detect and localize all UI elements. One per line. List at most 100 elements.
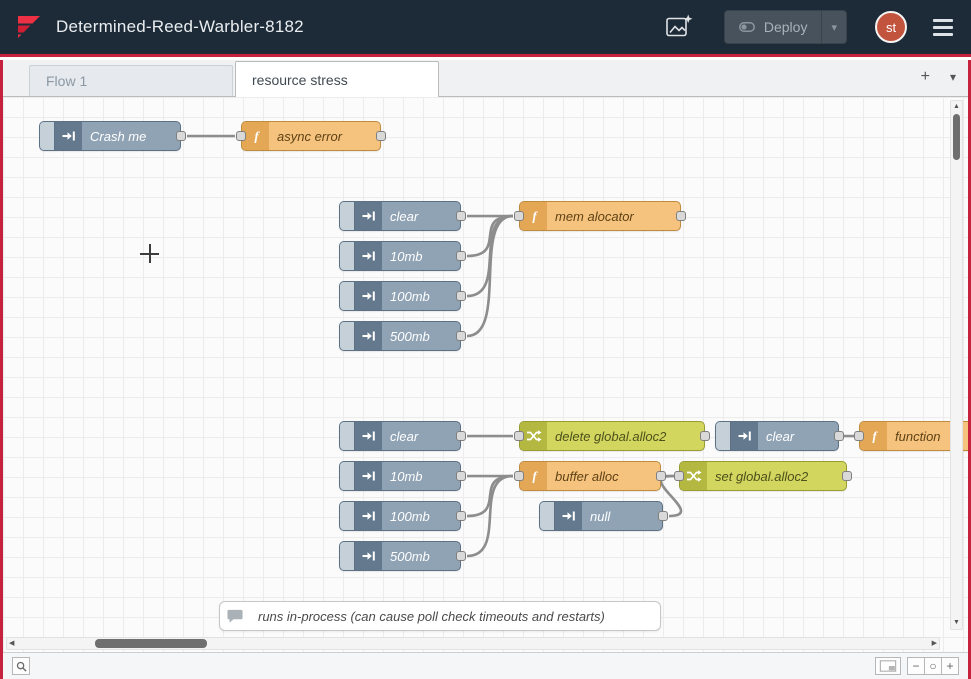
- navigator-icon[interactable]: [875, 657, 901, 675]
- deploy-options-caret[interactable]: ▾: [821, 11, 846, 43]
- node-inject[interactable]: clear: [339, 421, 461, 451]
- node-label: clear: [758, 422, 838, 450]
- menu-button[interactable]: [929, 15, 957, 40]
- change-shuffle-icon: [520, 422, 547, 450]
- user-avatar[interactable]: st: [875, 11, 907, 43]
- scroll-up-icon[interactable]: ▲: [951, 102, 962, 112]
- svg-text:f: f: [872, 429, 878, 444]
- node-inject[interactable]: null: [539, 501, 663, 531]
- input-port[interactable]: [514, 431, 524, 441]
- output-port[interactable]: [456, 511, 466, 521]
- scroll-right-icon[interactable]: ▶: [930, 638, 939, 649]
- tab-resource-stress[interactable]: resource stress: [235, 61, 439, 97]
- horizontal-scrollbar[interactable]: ◀ ▶: [6, 637, 940, 650]
- inject-button[interactable]: [340, 502, 355, 530]
- inject-button[interactable]: [340, 242, 355, 270]
- inject-arrow-icon: [355, 542, 382, 570]
- node-change[interactable]: delete global.alloc2: [519, 421, 705, 451]
- input-port[interactable]: [514, 471, 524, 481]
- zoom-reset-button[interactable]: ○: [924, 657, 942, 675]
- node-label: 10mb: [382, 462, 460, 490]
- output-port[interactable]: [456, 331, 466, 341]
- inject-arrow-icon: [355, 202, 382, 230]
- node-label: mem alocator: [547, 202, 680, 230]
- tab-flow-1[interactable]: Flow 1: [29, 65, 233, 96]
- vertical-scrollbar[interactable]: ▲ ▼: [950, 100, 963, 630]
- output-port[interactable]: [456, 431, 466, 441]
- node-inject[interactable]: clear: [715, 421, 839, 451]
- search-zoom-icon[interactable]: [12, 657, 30, 675]
- node-inject[interactable]: 100mb: [339, 281, 461, 311]
- flow-list-caret-icon[interactable]: ▾: [950, 67, 956, 87]
- output-port[interactable]: [842, 471, 852, 481]
- horizontal-scroll-thumb[interactable]: [95, 639, 207, 648]
- deploy-button[interactable]: Deploy ▾: [724, 10, 847, 44]
- node-inject[interactable]: 10mb: [339, 241, 461, 271]
- input-port[interactable]: [674, 471, 684, 481]
- input-port[interactable]: [854, 431, 864, 441]
- svg-text:f: f: [532, 469, 538, 484]
- svg-text:f: f: [532, 209, 538, 224]
- scroll-left-icon[interactable]: ◀: [7, 638, 16, 649]
- output-port[interactable]: [834, 431, 844, 441]
- zoom-out-button[interactable]: −: [907, 657, 925, 675]
- node-function[interactable]: f mem alocator: [519, 201, 681, 231]
- node-function[interactable]: fbuffer alloc: [519, 461, 661, 491]
- node-inject[interactable]: 500mb: [339, 541, 461, 571]
- tab-label: Flow 1: [46, 73, 87, 89]
- add-flow-button[interactable]: +: [921, 67, 930, 87]
- node-inject[interactable]: 100mb: [339, 501, 461, 531]
- node-label: clear: [382, 202, 460, 230]
- node-inject[interactable]: Crash me: [39, 121, 181, 151]
- node-function[interactable]: fasync error: [241, 121, 381, 151]
- node-label: clear: [382, 422, 460, 450]
- node-label: 100mb: [382, 282, 460, 310]
- node-label: 500mb: [382, 542, 460, 570]
- inject-button[interactable]: [340, 322, 355, 350]
- inject-button[interactable]: [40, 122, 55, 150]
- inject-arrow-icon: [355, 422, 382, 450]
- input-port[interactable]: [236, 131, 246, 141]
- flowfuse-logo: [14, 12, 44, 42]
- inject-button[interactable]: [340, 422, 355, 450]
- inject-button[interactable]: [340, 202, 355, 230]
- inject-arrow-icon: [355, 462, 382, 490]
- output-port[interactable]: [658, 511, 668, 521]
- inject-arrow-icon: [355, 502, 382, 530]
- output-port[interactable]: [456, 251, 466, 261]
- deploy-toggle-icon: [739, 19, 755, 35]
- output-port[interactable]: [700, 431, 710, 441]
- output-port[interactable]: [376, 131, 386, 141]
- node-change[interactable]: set global.alloc2: [679, 461, 847, 491]
- output-port[interactable]: [456, 471, 466, 481]
- vertical-scroll-thumb[interactable]: [953, 114, 960, 160]
- comment-bubble-icon: [220, 602, 250, 630]
- flow-canvas[interactable]: Crash me fasync error clear 10mb 100mb 500mb f…: [3, 97, 968, 652]
- output-port[interactable]: [456, 291, 466, 301]
- inject-button[interactable]: [340, 282, 355, 310]
- node-inject[interactable]: clear: [339, 201, 461, 231]
- ai-assistant-icon[interactable]: [664, 12, 694, 42]
- node-label: Crash me: [82, 122, 180, 150]
- inject-button[interactable]: [716, 422, 731, 450]
- input-port[interactable]: [514, 211, 524, 221]
- tab-label: resource stress: [252, 72, 348, 88]
- node-label: 100mb: [382, 502, 460, 530]
- inject-arrow-icon: [355, 322, 382, 350]
- node-label: runs in-process (can cause poll check ti…: [250, 602, 660, 630]
- inject-button[interactable]: [340, 462, 355, 490]
- node-inject[interactable]: 500mb: [339, 321, 461, 351]
- page-title: Determined-Reed-Warbler-8182: [56, 17, 304, 37]
- node-comment[interactable]: runs in-process (can cause poll check ti…: [219, 601, 661, 631]
- node-inject[interactable]: 10mb: [339, 461, 461, 491]
- inject-button[interactable]: [540, 502, 555, 530]
- output-port[interactable]: [456, 211, 466, 221]
- inject-button[interactable]: [340, 542, 355, 570]
- zoom-in-button[interactable]: +: [941, 657, 959, 675]
- output-port[interactable]: [456, 551, 466, 561]
- output-port[interactable]: [176, 131, 186, 141]
- scroll-down-icon[interactable]: ▼: [951, 618, 962, 628]
- output-port[interactable]: [656, 471, 666, 481]
- node-label: delete global.alloc2: [547, 422, 704, 450]
- output-port[interactable]: [676, 211, 686, 221]
